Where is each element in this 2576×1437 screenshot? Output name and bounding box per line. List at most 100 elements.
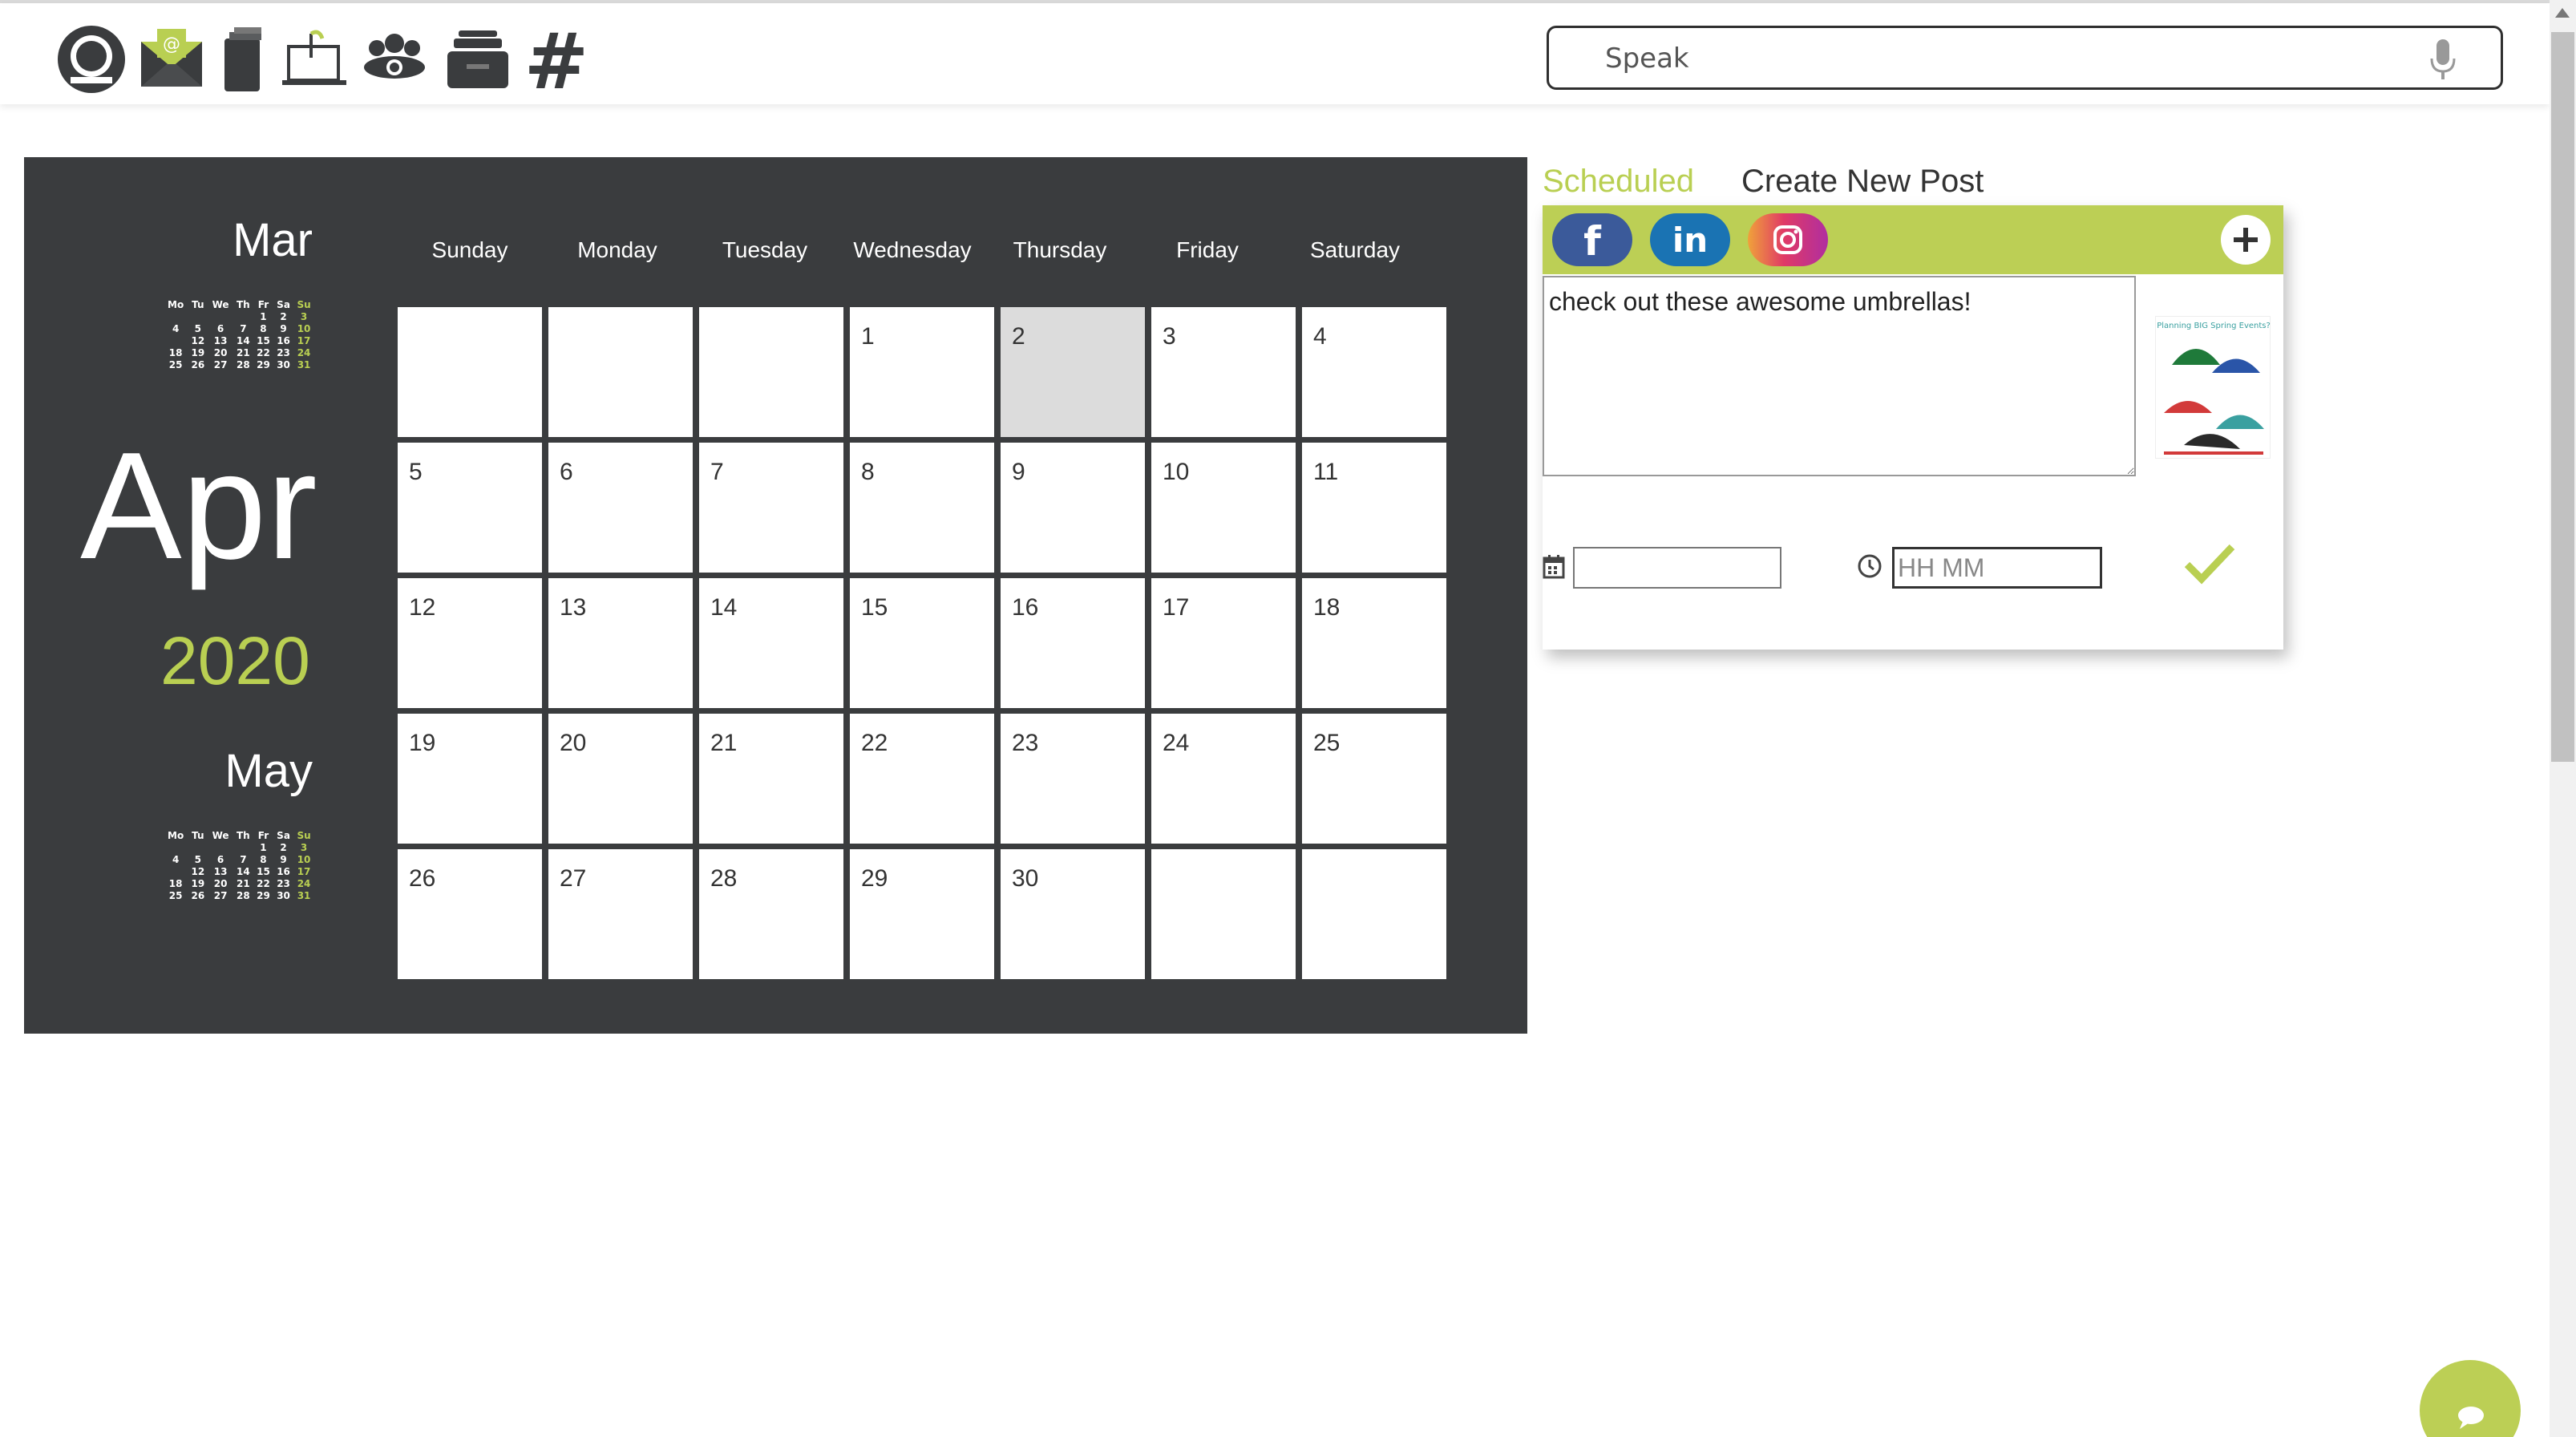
next-mini-day[interactable] [164,841,188,853]
calendar-day-cell[interactable]: 17 [1151,578,1296,708]
calendar-day-cell[interactable] [1151,849,1296,979]
calendar-day-cell[interactable]: 23 [1001,714,1145,844]
prev-mini-day[interactable]: 29 [253,358,273,370]
calendar-day-cell[interactable]: 22 [850,714,994,844]
scroll-up-arrow[interactable] [2554,5,2571,21]
calendar-day-cell[interactable]: 7 [699,443,843,573]
prev-mini-day[interactable] [233,310,253,322]
prev-mini-day[interactable]: 12 [188,334,208,346]
prev-mini-day[interactable]: 21 [233,346,253,358]
calendar-day-cell[interactable] [1302,849,1446,979]
calendar-day-cell[interactable] [699,307,843,437]
next-mini-day[interactable]: 12 [188,865,208,877]
add-network-button[interactable] [2221,215,2271,265]
calendar-day-cell[interactable]: 21 [699,714,843,844]
calendar-day-cell[interactable]: 5 [398,443,542,573]
calendar-day-cell[interactable]: 6 [548,443,693,573]
calendar-day-cell[interactable]: 24 [1151,714,1296,844]
prev-mini-day[interactable] [188,310,208,322]
next-mini-day[interactable]: 21 [233,877,253,889]
next-mini-day[interactable]: 18 [164,877,188,889]
inbox-icon[interactable] [441,22,515,96]
prev-mini-day[interactable]: 10 [293,322,314,334]
prev-mini-day[interactable] [208,310,233,322]
next-mini-day[interactable]: 19 [188,877,208,889]
calendar-day-cell[interactable]: 9 [1001,443,1145,573]
next-mini-day[interactable] [233,841,253,853]
prev-mini-day[interactable]: 13 [208,334,233,346]
user-profile-icon[interactable] [55,22,128,96]
next-mini-day[interactable]: 28 [233,889,253,901]
search-input[interactable] [1605,39,2407,78]
facebook-button[interactable]: f [1552,213,1632,266]
email-icon[interactable]: @ [135,22,208,96]
calendar-day-cell[interactable]: 4 [1302,307,1446,437]
prev-mini-day[interactable]: 4 [164,322,188,334]
next-mini-day[interactable]: 30 [273,889,293,901]
post-image-thumbnail[interactable]: Planning BIG Spring Events? [2155,316,2271,459]
calendar-day-cell[interactable]: 12 [398,578,542,708]
date-input[interactable] [1573,547,1781,589]
next-mini-day[interactable]: 20 [208,877,233,889]
tab-scheduled[interactable]: Scheduled [1543,164,1694,200]
time-input[interactable] [1892,547,2102,589]
prev-month-label[interactable]: Mar [152,213,313,267]
linkedin-button[interactable]: in [1650,213,1730,266]
next-mini-day[interactable] [164,865,188,877]
calendar-day-cell[interactable] [548,307,693,437]
next-mini-day[interactable]: 16 [273,865,293,877]
next-mini-day[interactable]: 7 [233,853,253,865]
next-mini-day[interactable]: 10 [293,853,314,865]
next-mini-day[interactable]: 23 [273,877,293,889]
calendar-day-cell[interactable]: 25 [1302,714,1446,844]
calendar-day-cell[interactable]: 30 [1001,849,1145,979]
prev-mini-day[interactable]: 15 [253,334,273,346]
prev-mini-day[interactable]: 26 [188,358,208,370]
documents-icon[interactable] [207,22,281,96]
prev-mini-day[interactable]: 8 [253,322,273,334]
calendar-day-cell[interactable] [398,307,542,437]
prev-mini-day[interactable]: 5 [188,322,208,334]
next-mini-day[interactable] [188,841,208,853]
chat-button[interactable] [2420,1360,2521,1437]
prev-mini-day[interactable]: 24 [293,346,314,358]
calendar-day-cell[interactable]: 2 [1001,307,1145,437]
calendar-day-cell[interactable]: 15 [850,578,994,708]
prev-mini-day[interactable]: 3 [293,310,314,322]
calendar-day-cell[interactable]: 1 [850,307,994,437]
calendar-day-cell[interactable]: 28 [699,849,843,979]
next-mini-day[interactable]: 22 [253,877,273,889]
calendar-day-cell[interactable]: 16 [1001,578,1145,708]
calendar-day-cell[interactable]: 18 [1302,578,1446,708]
calendar-day-cell[interactable]: 10 [1151,443,1296,573]
next-mini-day[interactable]: 25 [164,889,188,901]
prev-mini-day[interactable]: 27 [208,358,233,370]
confirm-checkmark-button[interactable] [2184,540,2235,585]
next-mini-day[interactable] [208,841,233,853]
next-mini-day[interactable]: 17 [293,865,314,877]
prev-mini-day[interactable] [164,334,188,346]
calendar-day-cell[interactable]: 26 [398,849,542,979]
next-mini-day[interactable]: 8 [253,853,273,865]
tab-create-new-post[interactable]: Create New Post [1741,164,1984,200]
prev-mini-day[interactable]: 7 [233,322,253,334]
next-mini-day[interactable]: 31 [293,889,314,901]
prev-mini-day[interactable]: 17 [293,334,314,346]
prev-mini-day[interactable]: 18 [164,346,188,358]
next-mini-day[interactable]: 6 [208,853,233,865]
calendar-day-cell[interactable]: 8 [850,443,994,573]
calendar-day-cell[interactable]: 11 [1302,443,1446,573]
next-mini-day[interactable]: 13 [208,865,233,877]
search-box[interactable] [1547,26,2503,90]
next-mini-day[interactable]: 4 [164,853,188,865]
prev-mini-day[interactable]: 28 [233,358,253,370]
next-mini-day[interactable]: 9 [273,853,293,865]
next-month-label[interactable]: May [152,744,313,798]
calendar-day-cell[interactable]: 29 [850,849,994,979]
next-month-mini-calendar[interactable]: Mo Tu We Th Fr Sa Su 1 2 3 4 5 6 7 8 9 10 12 13 14 15 16 17 18 1… [164,829,314,901]
next-mini-day[interactable]: 24 [293,877,314,889]
calendar-day-cell[interactable]: 13 [548,578,693,708]
prev-mini-day[interactable]: 20 [208,346,233,358]
next-mini-day[interactable]: 5 [188,853,208,865]
calendar-day-cell[interactable]: 19 [398,714,542,844]
